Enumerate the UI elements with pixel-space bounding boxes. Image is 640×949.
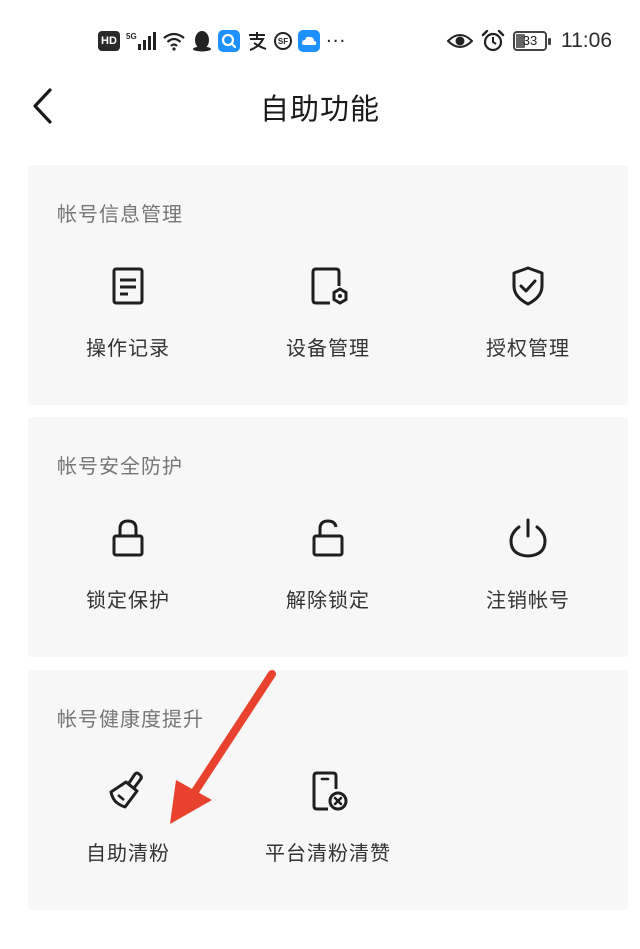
lock-protection-button[interactable]: 锁定保护 [28,515,228,613]
section-title: 帐号信息管理 [57,202,183,226]
section-account-info: 帐号信息管理 操作记录 设备管理 授权管理 [28,165,628,405]
power-icon [505,515,551,561]
eye-care-icon [447,30,473,52]
unlock-icon [305,515,351,561]
status-right-icons: 33 11:06 [447,28,612,54]
hd-icon: HD [98,31,120,51]
battery-icon: 33 [513,31,551,51]
section-items: 操作记录 设备管理 授权管理 [28,263,628,361]
operation-log-button[interactable]: 操作记录 [28,263,228,361]
section-title: 帐号安全防护 [57,454,183,478]
authorization-management-button[interactable]: 授权管理 [428,263,628,361]
section-account-health: 帐号健康度提升 自助清粉 平台清粉清赞 [28,670,628,910]
item-label: 解除锁定 [286,588,370,612]
self-remove-fans-button[interactable]: 自助清粉 [28,768,228,866]
unlock-button[interactable]: 解除锁定 [228,515,428,613]
section-account-security: 帐号安全防护 锁定保护 解除锁定 注销帐号 [28,417,628,657]
status-time: 11:06 [561,29,612,52]
item-label: 设备管理 [286,336,370,360]
section-title: 帐号健康度提升 [57,707,204,731]
shield-check-icon [505,263,551,309]
qq-icon [192,30,212,52]
status-left-icons: HD 5G SF ··· [98,28,346,54]
item-label: 平台清粉清赞 [265,841,391,865]
wifi-icon [162,30,186,52]
section-items: 锁定保护 解除锁定 注销帐号 [28,515,628,613]
search-app-icon [218,30,240,52]
platform-remove-fans-likes-button[interactable]: 平台清粉清赞 [228,768,428,866]
status-bar: HD 5G SF ··· 33 11:06 [0,0,640,84]
section-items: 自助清粉 平台清粉清赞 [28,768,628,866]
deactivate-account-button[interactable]: 注销帐号 [428,515,628,613]
device-settings-icon [305,263,351,309]
header: 自助功能 [0,76,640,136]
page-title: 自助功能 [259,92,380,126]
sf-express-icon: SF [274,32,292,50]
item-label: 自助清粉 [86,841,170,865]
alipay-icon [246,30,268,52]
weather-app-icon [298,30,320,52]
document-icon [105,263,151,309]
item-label: 操作记录 [86,336,170,360]
more-notifications-icon: ··· [326,30,347,52]
broom-icon [105,768,151,814]
lock-icon [105,515,151,561]
item-label: 注销帐号 [486,588,570,612]
signal-5g-icon: 5G [126,30,156,52]
battery-level: 33 [522,33,538,48]
alarm-icon [481,30,505,52]
phone-remove-icon [305,768,351,814]
svg-text:5G: 5G [126,32,137,41]
device-management-button[interactable]: 设备管理 [228,263,428,361]
item-label: 锁定保护 [86,588,170,612]
item-label: 授权管理 [486,336,570,360]
